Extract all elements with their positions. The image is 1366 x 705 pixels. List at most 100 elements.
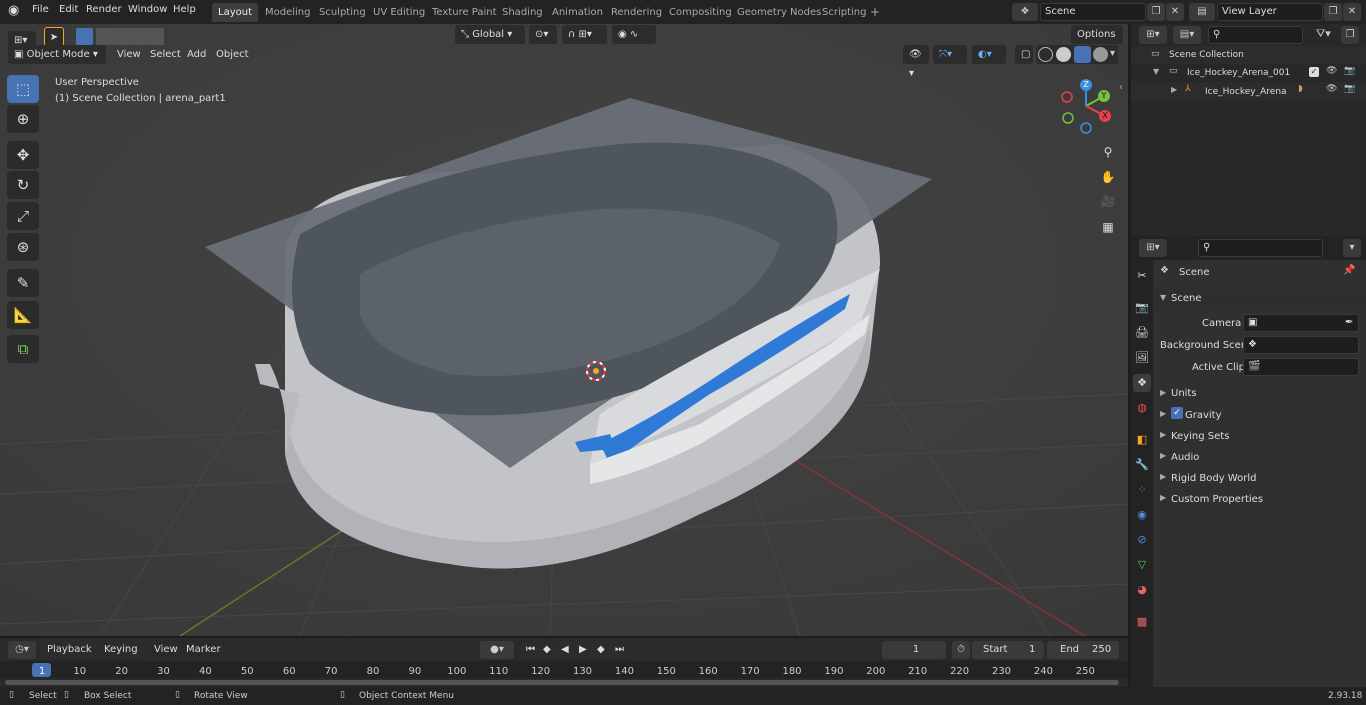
- select-mode-invert-icon[interactable]: [130, 28, 147, 45]
- pan-hand-icon[interactable]: ✋: [1097, 166, 1119, 188]
- cursor-tool-icon[interactable]: ⊕: [7, 105, 39, 133]
- gravity-panel-header[interactable]: ▶ ✓ Gravity: [1153, 405, 1366, 425]
- annotate-tool-icon[interactable]: ✎: [7, 269, 39, 297]
- timeline-menu-view[interactable]: View: [154, 644, 178, 655]
- xray-toggle-icon[interactable]: ▢: [1015, 45, 1033, 64]
- new-view-layer-icon[interactable]: ❐: [1324, 3, 1342, 21]
- transform-orientation-dropdown[interactable]: ⤡ Global ▾: [455, 25, 525, 44]
- select-mode-subtract-icon[interactable]: [113, 28, 130, 45]
- playback-dropdown[interactable]: Playback ▾: [41, 640, 97, 674]
- add-cube-tool-icon[interactable]: ⧉: [7, 335, 39, 363]
- navigation-gizmo[interactable]: Z Y X: [1056, 76, 1118, 136]
- preview-range-icon[interactable]: ⏱: [952, 641, 970, 659]
- eyedropper-icon[interactable]: ✒: [1345, 315, 1353, 331]
- viewport-menu-add[interactable]: Add: [187, 49, 206, 60]
- mode-dropdown[interactable]: ▣ Object Mode ▾: [8, 45, 106, 64]
- tab-scripting[interactable]: Scripting: [816, 3, 872, 22]
- tab-animation[interactable]: Animation: [546, 3, 609, 22]
- tab-texture-paint[interactable]: Texture Paint: [426, 3, 503, 22]
- output-tab-icon[interactable]: 🖨: [1133, 324, 1151, 342]
- tab-sculpting[interactable]: Sculpting: [313, 3, 372, 22]
- scene-selector-icon[interactable]: ❖: [1012, 3, 1038, 21]
- material-shading-icon[interactable]: [1074, 46, 1091, 63]
- timeline-menu-marker[interactable]: Marker: [186, 644, 221, 655]
- audio-panel-header[interactable]: ▶ Audio: [1153, 447, 1366, 467]
- active-clip-field[interactable]: 🎬: [1243, 358, 1359, 376]
- tab-layout[interactable]: Layout: [212, 3, 258, 22]
- measure-tool-icon[interactable]: 📐: [7, 301, 39, 329]
- object-data-tab-icon[interactable]: ▽: [1133, 556, 1151, 574]
- select-mode-intersect-icon[interactable]: [147, 28, 164, 45]
- prev-keyframe-icon[interactable]: ◆: [543, 641, 551, 659]
- menu-edit[interactable]: Edit: [59, 4, 78, 15]
- shading-options-icon[interactable]: ▾: [1110, 48, 1115, 59]
- end-frame-field[interactable]: End 250: [1047, 641, 1119, 659]
- timeline-scrollbar[interactable]: [5, 680, 1119, 685]
- transform-tool-icon[interactable]: ⊛: [7, 233, 39, 261]
- tool-tab-icon[interactable]: ✂: [1133, 267, 1151, 285]
- record-icon[interactable]: ●▾: [480, 641, 514, 659]
- outliner-row-object[interactable]: ▶ ⅄ Ice_Hockey_Arena ◗ 👁 📷: [1131, 82, 1366, 100]
- exclude-checkbox[interactable]: ✓: [1309, 67, 1319, 77]
- jump-end-icon[interactable]: ⏭: [615, 641, 624, 659]
- view-layer-icon[interactable]: ▤: [1189, 3, 1215, 21]
- tab-uv-editing[interactable]: UV Editing: [367, 3, 431, 22]
- timeline-editor-type-icon[interactable]: ◷▾: [8, 641, 36, 659]
- viewport-menu-select[interactable]: Select: [150, 49, 181, 60]
- tab-rendering[interactable]: Rendering: [605, 3, 668, 22]
- gravity-checkbox[interactable]: ✓: [1171, 407, 1183, 419]
- outliner-row-scene-collection[interactable]: ▭ Scene Collection: [1131, 46, 1366, 64]
- jump-start-icon[interactable]: ⏮: [526, 641, 535, 659]
- ortho-grid-icon[interactable]: ▦: [1097, 216, 1119, 238]
- menu-render[interactable]: Render: [86, 4, 122, 15]
- filter-icon[interactable]: ⛛▾: [1316, 27, 1331, 41]
- select-mode-new-icon[interactable]: [76, 28, 93, 45]
- tab-shading[interactable]: Shading: [496, 3, 549, 22]
- new-scene-icon[interactable]: ❐: [1147, 3, 1165, 21]
- scale-tool-icon[interactable]: ⤢: [7, 202, 39, 230]
- pivot-point-icon[interactable]: ⊙▾: [529, 25, 557, 44]
- display-mode-icon[interactable]: ▤▾: [1173, 26, 1201, 44]
- play-reverse-icon[interactable]: ◀: [561, 641, 569, 659]
- play-icon[interactable]: ▶: [579, 641, 587, 659]
- camera-field[interactable]: ▣ ✒: [1243, 314, 1359, 332]
- custom-properties-panel-header[interactable]: ▶ Custom Properties: [1153, 489, 1366, 509]
- constraints-tab-icon[interactable]: ⊘: [1133, 531, 1151, 549]
- blender-logo-icon[interactable]: ◉: [8, 4, 22, 18]
- view-layer-field[interactable]: View Layer: [1217, 3, 1323, 21]
- camera-view-icon[interactable]: 🎥: [1097, 190, 1119, 212]
- add-workspace-icon[interactable]: +: [870, 5, 880, 19]
- pin-icon[interactable]: 📌: [1343, 265, 1355, 276]
- rotate-tool-icon[interactable]: ↻: [7, 171, 39, 199]
- properties-editor-type-icon[interactable]: ⊞▾: [1139, 239, 1167, 257]
- properties-search-input[interactable]: ⚲: [1198, 239, 1323, 257]
- properties-options-icon[interactable]: ▾: [1343, 239, 1361, 257]
- visibility-eye-icon[interactable]: 👁: [1326, 66, 1337, 76]
- move-tool-icon[interactable]: ✥: [7, 141, 39, 169]
- background-scene-field[interactable]: ❖: [1243, 336, 1359, 354]
- world-tab-icon[interactable]: ◍: [1133, 399, 1151, 417]
- material-tab-icon[interactable]: ◕: [1133, 581, 1151, 599]
- options-dropdown[interactable]: Options ▾: [1071, 25, 1123, 59]
- current-frame-field[interactable]: 1: [882, 641, 946, 659]
- scene-panel-header[interactable]: ▼ Scene: [1153, 289, 1366, 309]
- proportional-editing-icon[interactable]: ◉ ∿: [612, 25, 656, 44]
- visibility-icon[interactable]: 👁▾: [903, 45, 929, 79]
- select-box-tool-icon[interactable]: ⬚: [7, 75, 39, 103]
- delete-view-layer-icon[interactable]: ✕: [1343, 3, 1361, 21]
- overlay-toggle-icon[interactable]: ◐▾: [972, 45, 1006, 64]
- viewport-menu-object[interactable]: Object: [216, 49, 249, 60]
- outliner-row-collection[interactable]: ▼ ▭ Ice_Hockey_Arena_001 ✓ 👁 📷: [1131, 64, 1366, 82]
- scene-tab-icon[interactable]: ❖: [1133, 374, 1151, 392]
- physics-tab-icon[interactable]: ◉: [1133, 506, 1151, 524]
- render-camera-icon[interactable]: 📷: [1344, 66, 1355, 76]
- tab-compositing[interactable]: Compositing: [663, 3, 738, 22]
- texture-tab-icon[interactable]: ▩: [1133, 613, 1151, 631]
- menu-window[interactable]: Window: [128, 4, 167, 15]
- scene-name-field[interactable]: Scene: [1040, 3, 1146, 21]
- sidebar-toggle-icon[interactable]: ‹: [1119, 82, 1123, 93]
- menu-file[interactable]: File: [32, 4, 49, 15]
- rendered-shading-icon[interactable]: [1093, 47, 1108, 62]
- render-tab-icon[interactable]: 📷: [1133, 299, 1151, 317]
- viewport-menu-view[interactable]: View: [117, 49, 141, 60]
